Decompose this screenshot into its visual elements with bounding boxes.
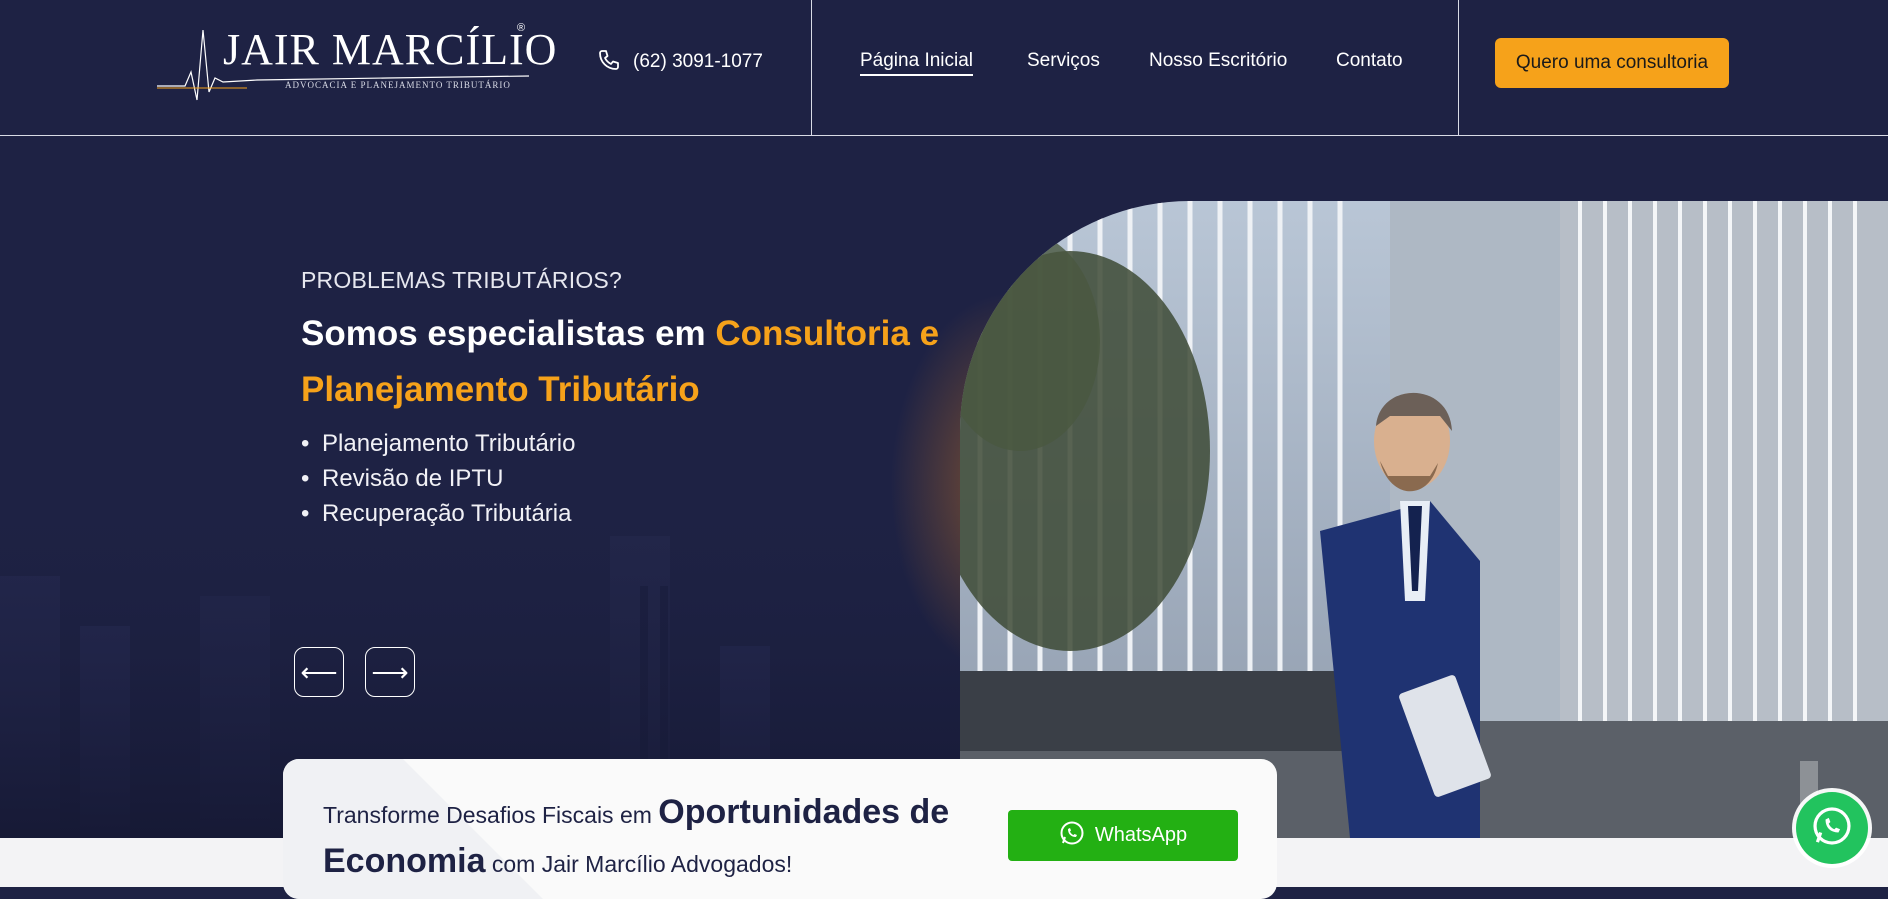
hero-photo — [960, 201, 1888, 838]
promo-text: Transforme Desafios Fiscais em Oportunid… — [323, 789, 983, 887]
site-header: JAIR MARCÍLIO ® ADVOCACIA E PLANEJAMENTO… — [0, 0, 1888, 136]
nav-item-contato[interactable]: Contato — [1336, 50, 1403, 72]
slider-prev-button[interactable]: ⟵ — [294, 647, 344, 697]
nav-item-servicos[interactable]: Serviços — [1027, 50, 1100, 72]
list-item: Recuperação Tributária — [301, 496, 575, 531]
logo-subtitle: ADVOCACIA E PLANEJAMENTO TRIBUTÁRIO — [285, 80, 511, 90]
nav-item-pagina-inicial[interactable]: Página Inicial — [860, 50, 974, 76]
arrow-left-icon: ⟵ — [300, 656, 338, 687]
phone-contact[interactable]: (62) 3091-1077 — [597, 48, 763, 76]
promo-text-suffix: com Jair Marcílio Advogados! — [491, 851, 793, 877]
hero-eyebrow: PROBLEMAS TRIBUTÁRIOS? — [301, 267, 622, 293]
slider-next-button[interactable]: ⟶ — [365, 647, 415, 697]
consultation-button[interactable]: Quero uma consultoria — [1495, 38, 1729, 88]
phone-number: (62) 3091-1077 — [633, 51, 763, 72]
header-divider-left — [811, 0, 812, 135]
whatsapp-icon — [1059, 820, 1095, 852]
whatsapp-button[interactable]: WhatsApp — [1008, 810, 1238, 861]
hero-headline-prefix: Somos especialistas em — [301, 314, 706, 353]
whatsapp-icon — [1811, 805, 1853, 852]
list-item: Revisão de IPTU — [301, 461, 575, 496]
whatsapp-floating-button[interactable] — [1796, 792, 1868, 864]
whatsapp-button-label: WhatsApp — [1094, 824, 1188, 846]
logo-registered: ® — [517, 22, 526, 34]
list-item: Planejamento Tributário — [301, 426, 575, 461]
hero-headline: Somos especialistas em Consultoria e Pla… — [301, 306, 941, 418]
arrow-right-icon: ⟶ — [371, 656, 409, 687]
logo[interactable]: JAIR MARCÍLIO ® ADVOCACIA E PLANEJAMENTO… — [157, 22, 556, 106]
header-divider-right — [1458, 0, 1459, 135]
hero-section: PROBLEMAS TRIBUTÁRIOS? Somos especialist… — [0, 136, 1888, 838]
phone-icon — [597, 48, 633, 77]
nav-item-nosso-escritorio[interactable]: Nosso Escritório — [1149, 50, 1287, 72]
hero-service-list: Planejamento Tributário Revisão de IPTU … — [301, 426, 575, 531]
logo-name: JAIR MARCÍLIO — [223, 25, 558, 74]
promo-text-prefix: Transforme Desafios Fiscais em — [323, 802, 652, 828]
promo-card: Transforme Desafios Fiscais em Oportunid… — [283, 759, 1277, 899]
